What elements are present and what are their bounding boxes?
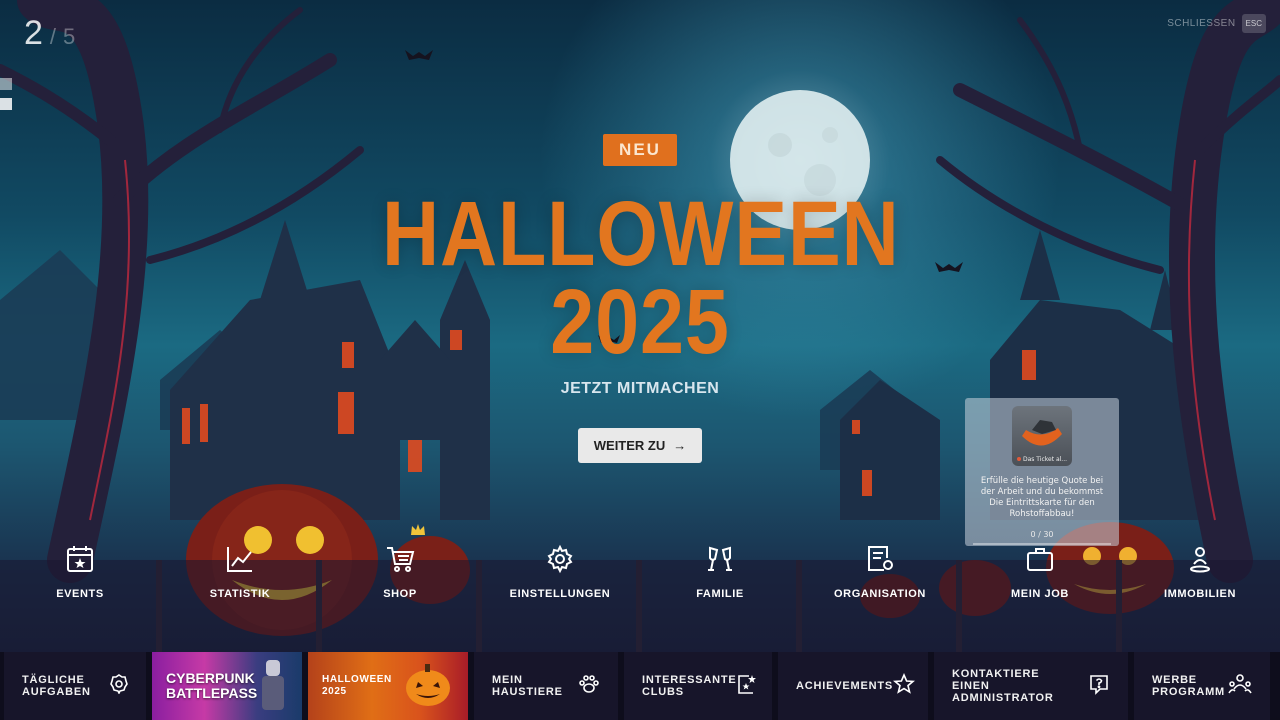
slide-separator: / <box>49 24 58 49</box>
arrow-right-icon: → <box>673 438 687 453</box>
menu-item-shop[interactable]: SHOP <box>330 524 470 612</box>
pets-line2: HAUSTIERE <box>492 686 563 698</box>
menu-label-my-job: MEIN JOB <box>1011 588 1069 600</box>
task-progress-text: 0 / 30 <box>1030 530 1054 539</box>
contact-admin-line1: KONTAKTIERE <box>952 668 1040 680</box>
star-book-icon <box>737 673 757 699</box>
main-menu: EVENTS STATISTIK SHOP EINSTELLUNGEN FAMI… <box>0 524 1280 612</box>
my-pets-tile[interactable]: MEIN HAUSTIERE <box>474 652 618 720</box>
slide-counter: 2/5 <box>24 14 76 53</box>
document-badge-icon <box>863 542 897 576</box>
person-pin-icon <box>1183 542 1217 576</box>
event-title-line1: HALLOWEEN <box>382 183 900 285</box>
people-icon <box>1228 673 1252 699</box>
bottom-bar: TÄGLICHE AUFGABEN CYBERPUNK BATTLEPASS H… <box>0 652 1280 720</box>
referral-line1: WERBE <box>1152 674 1197 686</box>
glasses-toast-icon <box>703 542 737 576</box>
task-description: Erfülle die heutige Quote bei der Arbeit… <box>980 476 1104 519</box>
menu-label-statistics: STATISTIK <box>209 588 271 600</box>
continue-label: WEITER ZU <box>593 438 666 453</box>
slide-total: 5 <box>63 24 77 49</box>
menu-item-events[interactable]: EVENTS <box>10 540 150 612</box>
menu-item-settings[interactable]: EINSTELLUNGEN <box>490 540 630 612</box>
referral-line2: PROGRAMM <box>1152 686 1226 698</box>
menu-item-real-estate[interactable]: IMMOBILIEN <box>1130 540 1270 612</box>
daily-tasks-label: TÄGLICHE AUFGABEN <box>22 674 91 698</box>
menu-label-settings: EINSTELLUNGEN <box>509 588 611 600</box>
gear-icon <box>543 542 577 576</box>
ticket-thumbnail: Das Ticket al... <box>1012 406 1072 466</box>
line-chart-icon <box>223 542 257 576</box>
contact-admin-line2: EINEN ADMINISTRATOR <box>952 680 1054 704</box>
cyber-character-icon <box>258 656 288 716</box>
menu-label-shop: SHOP <box>383 588 417 600</box>
event-hero: NEU HALLOWEEN 2025 JETZT MITMACHEN WEITE… <box>340 134 940 463</box>
halloween-tile-line2: 2025 <box>322 686 347 697</box>
continue-button[interactable]: WEITER ZU → <box>577 428 703 463</box>
cyberpunk-line2: BATTLEPASS <box>166 685 258 701</box>
new-badge: NEU <box>603 134 677 166</box>
star-icon <box>892 672 916 699</box>
interesting-clubs-tile[interactable]: INTERESSANTE CLUBS <box>624 652 772 720</box>
halloween-tile-line1: HALLOWEEN <box>322 674 392 685</box>
cart-icon <box>383 542 417 576</box>
briefcase-icon <box>1023 542 1057 576</box>
pets-line1: MEIN <box>492 674 523 686</box>
menu-label-family: FAMILIE <box>696 588 744 600</box>
clubs-line2: CLUBS <box>642 686 684 698</box>
clubs-label: INTERESSANTE CLUBS <box>642 674 737 698</box>
clubs-line1: INTERESSANTE <box>642 674 737 686</box>
achievements-label: ACHIEVEMENTS <box>796 680 893 692</box>
referral-program-tile[interactable]: WERBE PROGRAMM <box>1134 652 1270 720</box>
halloween-tile-label: HALLOWEEN 2025 <box>322 674 392 698</box>
badge-icon <box>110 674 128 698</box>
contact-admin-label: KONTAKTIERE EINEN ADMINISTRATOR <box>952 668 1088 704</box>
cyberpunk-label: CYBERPUNK BATTLEPASS <box>166 671 257 701</box>
slide-current: 2 <box>24 14 44 52</box>
close-button[interactable]: SCHLIESSEN ESC <box>1167 14 1266 33</box>
daily-tasks-line2: AUFGABEN <box>22 686 91 698</box>
menu-label-organisation: ORGANISATION <box>834 588 926 600</box>
job-task-card[interactable]: Das Ticket al... Erfülle die heutige Quo… <box>965 398 1119 546</box>
daily-tasks-tile[interactable]: TÄGLICHE AUFGABEN <box>4 652 146 720</box>
pets-label: MEIN HAUSTIERE <box>492 674 563 698</box>
menu-label-events: EVENTS <box>56 588 104 600</box>
cyberpunk-battlepass-tile[interactable]: CYBERPUNK BATTLEPASS <box>152 652 302 720</box>
menu-label-real-estate: IMMOBILIEN <box>1164 588 1236 600</box>
menu-item-organisation[interactable]: ORGANISATION <box>810 540 950 612</box>
referral-label: WERBE PROGRAMM <box>1152 674 1225 698</box>
close-label: SCHLIESSEN <box>1167 18 1236 29</box>
menu-item-my-job[interactable]: MEIN JOB <box>970 540 1110 612</box>
event-title: HALLOWEEN 2025 <box>382 183 900 373</box>
cyberpunk-line1: CYBERPUNK <box>166 670 255 686</box>
halloween-2025-tile[interactable]: HALLOWEEN 2025 <box>308 652 468 720</box>
menu-item-family[interactable]: FAMILIE <box>650 540 790 612</box>
menu-item-statistics[interactable]: STATISTIK <box>170 540 310 612</box>
achievements-tile[interactable]: ACHIEVEMENTS <box>778 652 928 720</box>
question-icon <box>1088 673 1110 699</box>
esc-key-hint: ESC <box>1241 14 1266 33</box>
event-title-line2: 2025 <box>550 271 730 373</box>
crown-icon <box>410 522 426 541</box>
calendar-star-icon <box>63 542 97 576</box>
side-indicators <box>0 78 12 118</box>
event-subtitle: JETZT MITMACHEN <box>560 380 720 397</box>
ticket-label: Das Ticket al... <box>1022 456 1068 463</box>
paw-icon <box>578 674 600 698</box>
daily-tasks-line1: TÄGLICHE <box>22 674 85 686</box>
pumpkin-icon <box>402 658 454 714</box>
contact-admin-tile[interactable]: KONTAKTIERE EINEN ADMINISTRATOR <box>934 652 1128 720</box>
